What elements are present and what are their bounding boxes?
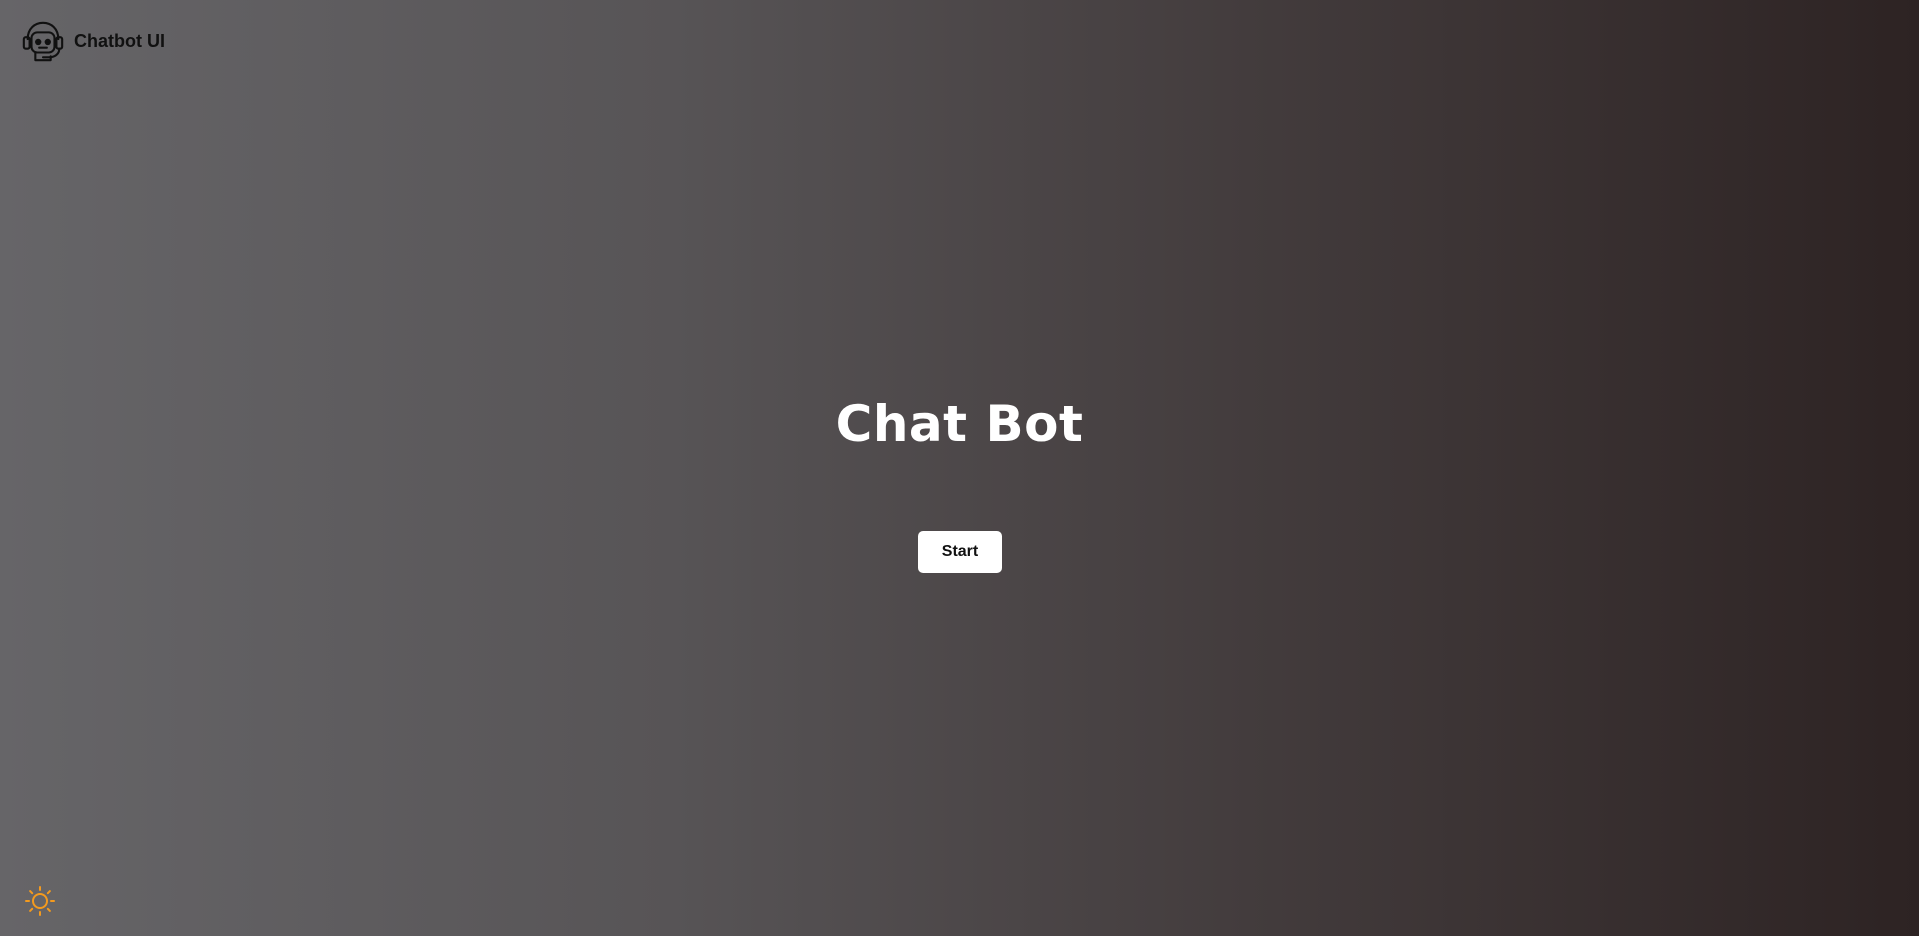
page-title: Chat Bot — [835, 395, 1084, 453]
sun-icon[interactable] — [24, 885, 56, 917]
robot-headset-icon — [22, 21, 64, 62]
brand-name: Chatbot UI — [74, 30, 165, 51]
brand[interactable]: Chatbot UI — [20, 18, 165, 64]
start-button[interactable]: Start — [918, 531, 1002, 573]
